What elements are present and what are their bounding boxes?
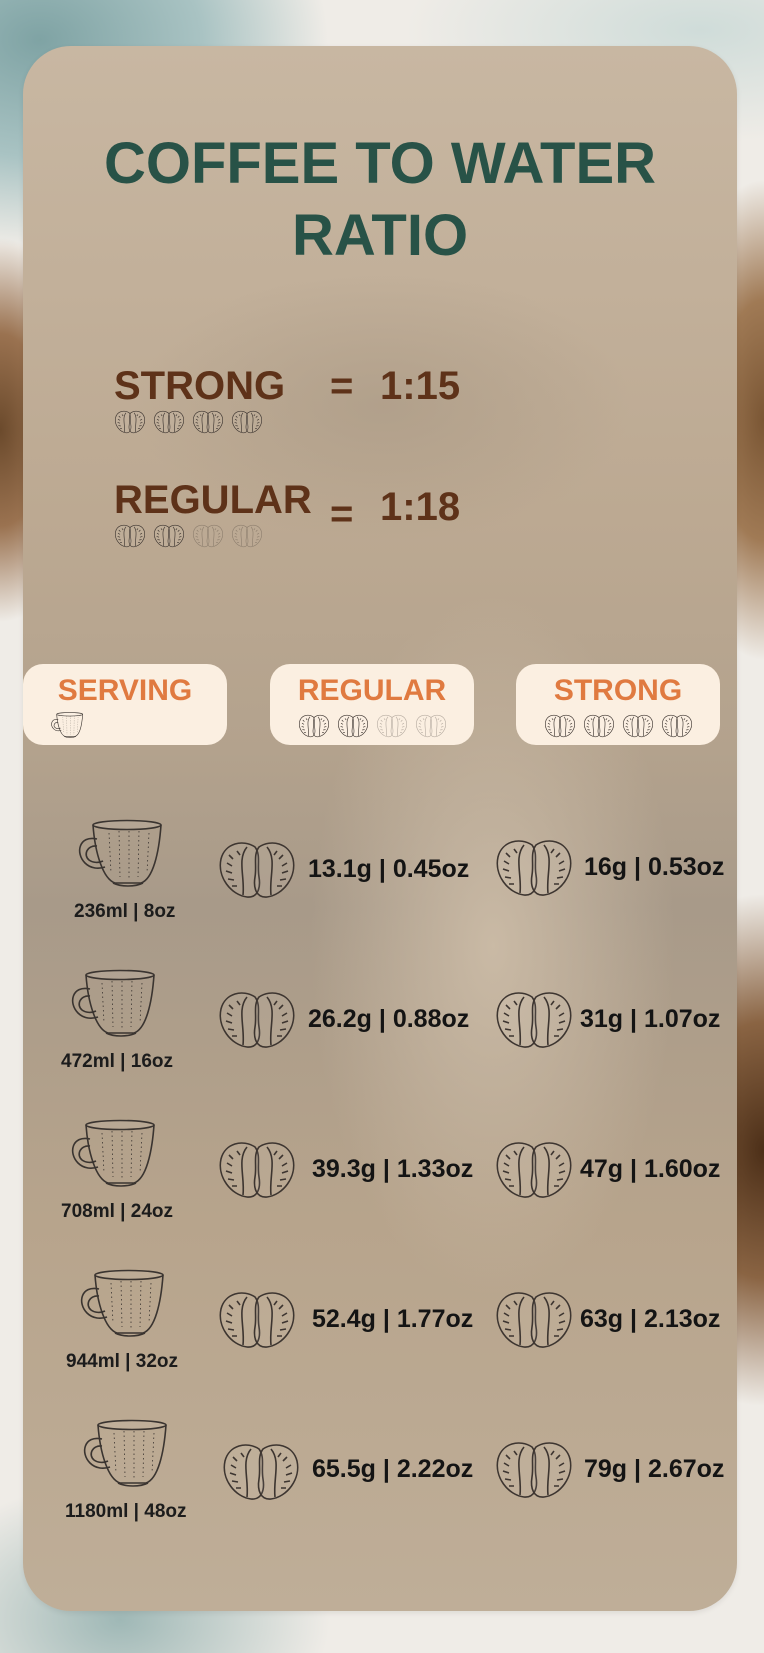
- header-serving: SERVING: [23, 664, 227, 745]
- coffee-bean-icon: [583, 712, 615, 740]
- coffee-bean-icon: [415, 712, 447, 740]
- coffee-cup-icon: [75, 1269, 169, 1337]
- table-row: 944ml | 32oz 52.4g | 1.77oz 63g | 2.13oz: [23, 1265, 737, 1385]
- coffee-cup-icon: [49, 712, 85, 738]
- ratio-equals: =: [330, 364, 354, 408]
- table-row: 236ml | 8oz 13.1g | 0.45oz 16g | 0.53oz: [23, 815, 737, 935]
- coffee-bean-icon: [217, 1137, 297, 1203]
- coffee-bean-icon: [192, 408, 224, 436]
- serving-size: 472ml | 16oz: [61, 1051, 173, 1072]
- serving-size: 708ml | 24oz: [61, 1201, 173, 1222]
- regular-amount: 39.3g | 1.33oz: [312, 1155, 474, 1183]
- coffee-bean-icon: [114, 522, 146, 550]
- coffee-bean-icon: [231, 522, 263, 550]
- coffee-bean-icon: [494, 1137, 574, 1203]
- coffee-cup-icon: [78, 1419, 172, 1487]
- ratio-value: 1:18: [380, 485, 461, 529]
- coffee-bean-icon: [494, 987, 574, 1053]
- coffee-bean-icon: [376, 712, 408, 740]
- coffee-bean-icon: [217, 837, 297, 903]
- table-row: 472ml | 16oz 26.2g | 0.88oz 31g | 1.07oz: [23, 965, 737, 1085]
- coffee-bean-icon: [153, 522, 185, 550]
- coffee-bean-icon: [217, 987, 297, 1053]
- coffee-bean-icon: [192, 522, 224, 550]
- ratio-name: REGULAR: [114, 478, 312, 522]
- strong-amount: 31g | 1.07oz: [580, 1005, 721, 1033]
- header-regular-label: REGULAR: [297, 674, 447, 707]
- strong-amount: 63g | 2.13oz: [580, 1305, 721, 1333]
- table-row: 1180ml | 48oz 65.5g | 2.22oz 79g | 2.67o…: [23, 1415, 737, 1535]
- coffee-bean-icon: [217, 1287, 297, 1353]
- strong-amount: 79g | 2.67oz: [584, 1455, 725, 1483]
- coffee-bean-icon: [114, 408, 146, 436]
- strong-amount: 16g | 0.53oz: [584, 853, 725, 881]
- strength-rating: [114, 522, 263, 550]
- page-title: COFFEE TO WATER RATIO: [103, 131, 657, 268]
- coffee-bean-icon: [231, 408, 263, 436]
- coffee-cup-icon: [73, 819, 167, 887]
- regular-amount: 26.2g | 0.88oz: [308, 1005, 470, 1033]
- strength-rating: [114, 408, 263, 436]
- table-row: 708ml | 24oz 39.3g | 1.33oz 47g | 1.60oz: [23, 1115, 737, 1235]
- coffee-bean-icon: [153, 408, 185, 436]
- regular-amount: 65.5g | 2.22oz: [312, 1455, 474, 1483]
- coffee-bean-icon: [337, 712, 369, 740]
- header-regular: REGULAR: [270, 664, 474, 745]
- coffee-bean-icon: [622, 712, 654, 740]
- strong-amount: 47g | 1.60oz: [580, 1155, 721, 1183]
- header-strong-label: STRONG: [553, 674, 683, 707]
- coffee-cup-icon: [66, 969, 160, 1037]
- regular-amount: 13.1g | 0.45oz: [308, 855, 470, 883]
- coffee-bean-icon: [544, 712, 576, 740]
- ratio-equals: =: [330, 492, 354, 536]
- header-serving-label: SERVING: [57, 674, 193, 707]
- coffee-bean-icon: [494, 835, 574, 901]
- coffee-bean-icon: [494, 1287, 574, 1353]
- header-strong: STRONG: [516, 664, 720, 745]
- serving-size: 1180ml | 48oz: [65, 1501, 187, 1522]
- serving-size: 236ml | 8oz: [74, 901, 176, 922]
- regular-amount: 52.4g | 1.77oz: [312, 1305, 474, 1333]
- coffee-bean-icon: [494, 1437, 574, 1503]
- ratio-name: STRONG: [114, 364, 286, 408]
- ratio-value: 1:15: [380, 364, 461, 408]
- coffee-bean-icon: [661, 712, 693, 740]
- coffee-bean-icon: [298, 712, 330, 740]
- coffee-cup-icon: [66, 1119, 160, 1187]
- coffee-bean-icon: [221, 1439, 301, 1505]
- serving-size: 944ml | 32oz: [66, 1351, 178, 1372]
